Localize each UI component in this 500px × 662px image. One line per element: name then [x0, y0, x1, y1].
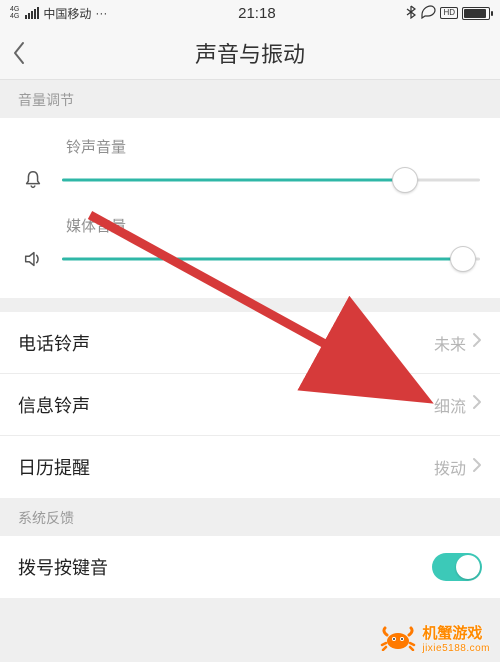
net-badge-top: 4G [10, 6, 19, 13]
chevron-right-icon [472, 457, 482, 478]
row-label: 电话铃声 [18, 330, 90, 356]
section-header-feedback: 系统反馈 [0, 498, 500, 536]
bluetooth-icon [406, 5, 416, 22]
volte-icon [420, 5, 436, 22]
section-header-volume: 音量调节 [0, 80, 500, 118]
status-right: HD [406, 5, 490, 22]
carrier-label: 中国移动 [43, 5, 91, 22]
row-label: 拨号按键音 [18, 554, 108, 580]
navbar: 声音与振动 [0, 26, 500, 80]
row-label: 信息铃声 [18, 392, 90, 418]
feedback-list: 拨号按键音 [0, 536, 500, 598]
ringtone-volume-slider[interactable] [62, 167, 480, 193]
signal-icon [25, 7, 39, 19]
watermark-brand: 机蟹游戏 [422, 625, 482, 642]
row-phone-ringtone[interactable]: 电话铃声 未来 [0, 312, 500, 374]
watermark-url: jixie5188.com [422, 643, 490, 654]
row-value: 拨动 [434, 455, 466, 479]
watermark: 机蟹游戏 jixie5188.com [380, 622, 490, 654]
ringtone-volume-label: 铃声音量 [66, 136, 480, 157]
dial-keytone-toggle[interactable] [432, 553, 482, 581]
status-bar: 4G 4G 中国移动 ··· 21:18 HD [0, 0, 500, 26]
status-time: 21:18 [238, 5, 276, 22]
row-value: 未来 [434, 331, 466, 355]
status-left: 4G 4G 中国移动 ··· [10, 5, 107, 22]
chevron-right-icon [472, 394, 482, 415]
page-title: 声音与振动 [195, 37, 305, 69]
row-dial-keytone: 拨号按键音 [0, 536, 500, 598]
speaker-icon [20, 248, 46, 270]
bell-icon [20, 169, 46, 191]
media-volume-slider[interactable] [62, 246, 480, 272]
crab-icon [380, 625, 416, 651]
hd-badge: HD [440, 7, 458, 19]
back-icon [12, 41, 26, 65]
volume-panel: 铃声音量 媒体音量 [0, 118, 500, 298]
net-badge-bottom: 4G [10, 13, 19, 20]
ringtone-list: 电话铃声 未来 信息铃声 细流 日历提醒 拨动 [0, 312, 500, 498]
media-volume-label: 媒体音量 [66, 215, 480, 236]
row-value: 细流 [434, 393, 466, 417]
row-sms-ringtone[interactable]: 信息铃声 细流 [0, 374, 500, 436]
row-calendar-alert[interactable]: 日历提醒 拨动 [0, 436, 500, 498]
row-label: 日历提醒 [18, 454, 90, 480]
media-volume-block: 媒体音量 [0, 211, 500, 290]
carrier-dots: ··· [95, 6, 107, 20]
back-button[interactable] [12, 26, 52, 79]
battery-icon [462, 7, 490, 20]
chevron-right-icon [472, 332, 482, 353]
ringtone-volume-block: 铃声音量 [0, 132, 500, 211]
